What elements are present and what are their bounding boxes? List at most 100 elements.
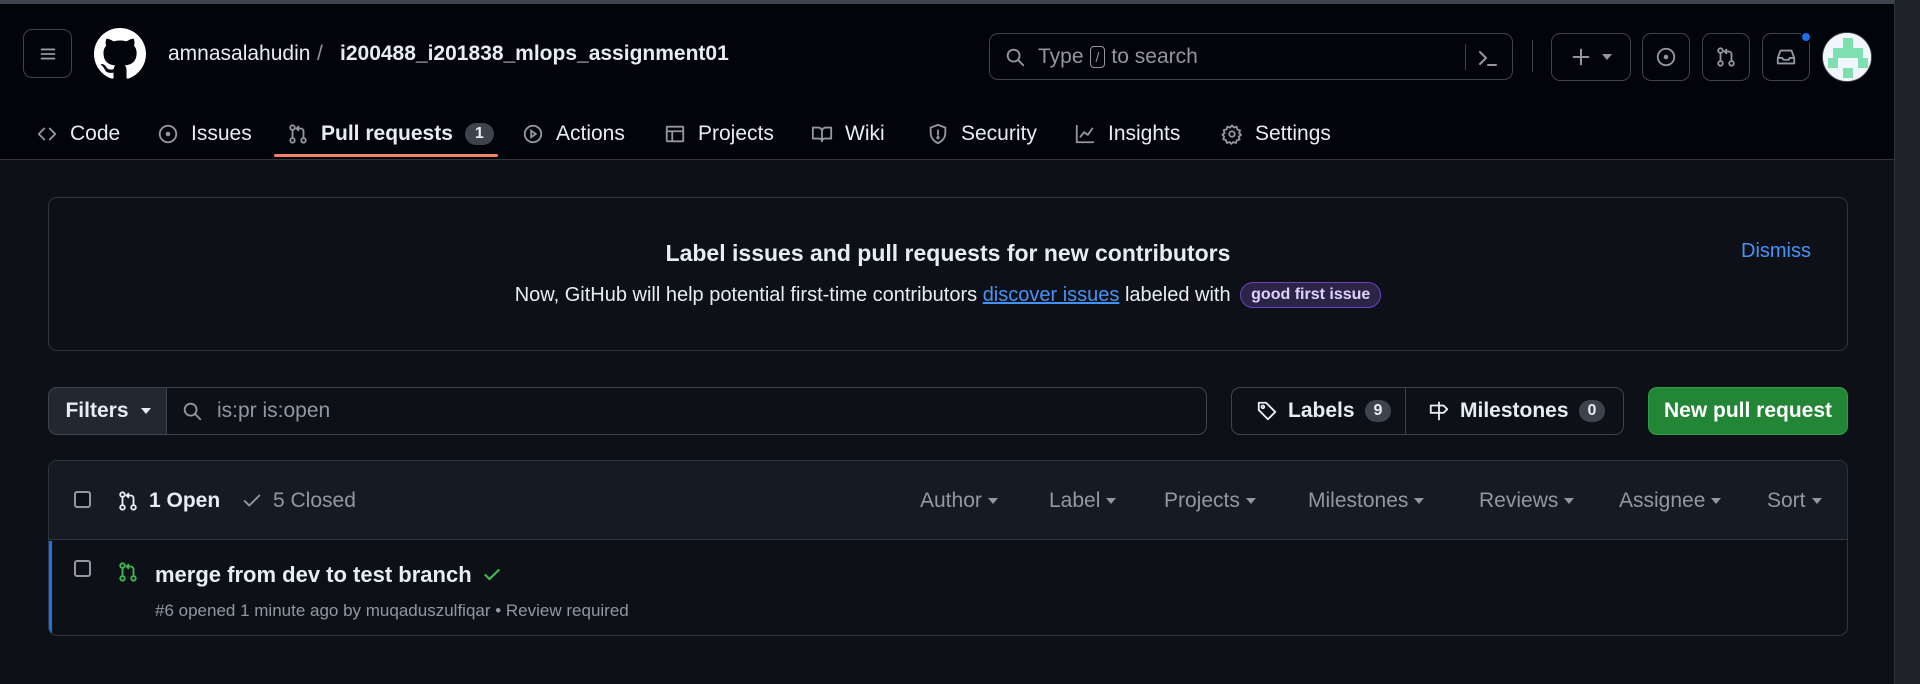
pr-title-link[interactable]: merge from dev to test branch [155, 562, 502, 588]
tab-label: Issues [191, 122, 252, 145]
milestones-filter[interactable]: Milestones [1308, 489, 1425, 513]
chevron-down-icon [987, 498, 998, 504]
milestones-filter-label: Milestones [1308, 489, 1409, 512]
tab-issues[interactable]: Issues [157, 108, 252, 160]
search-placeholder-suffix: to search [1111, 44, 1198, 68]
milestone-icon [1429, 401, 1449, 421]
sort-dropdown[interactable]: Sort [1767, 489, 1822, 513]
projects-filter[interactable]: Projects [1164, 489, 1256, 513]
labels-button[interactable]: Labels 9 [1232, 388, 1406, 434]
tab-label: Projects [698, 122, 774, 145]
list-header: 1 Open 5 Closed Author Label Projects Mi… [49, 461, 1847, 540]
milestones-button[interactable]: Milestones 0 [1406, 388, 1606, 434]
author-filter-label: Author [920, 489, 982, 512]
tab-label: Wiki [845, 122, 885, 145]
assignee-filter-label: Assignee [1619, 489, 1706, 512]
inbox-icon [1776, 49, 1796, 65]
tab-label: Settings [1255, 122, 1331, 145]
tab-label: Code [70, 122, 121, 145]
tab-label: Insights [1108, 122, 1181, 145]
gear-icon [1221, 124, 1242, 145]
banner-text: Now, GitHub will help potential first-ti… [49, 282, 1847, 308]
tab-actions[interactable]: Actions [522, 108, 625, 160]
command-palette-icon[interactable] [1476, 46, 1500, 70]
pull-request-icon [119, 491, 137, 511]
labels-milestones-group: Labels 9 Milestones 0 [1231, 387, 1624, 435]
pr-meta: #6 opened 1 minute ago by muqaduszulfiqa… [155, 601, 629, 620]
pr-title: merge from dev to test branch [155, 562, 472, 587]
repo-name-link[interactable]: i200488_i201838_mlops_assignment01 [340, 42, 729, 66]
reviews-filter[interactable]: Reviews [1479, 489, 1575, 513]
search-shortcut-key: / [1089, 45, 1106, 68]
tag-icon [1257, 401, 1277, 421]
window-scrollbar[interactable] [1894, 0, 1920, 684]
identicon-icon [1823, 33, 1871, 81]
user-avatar[interactable] [1822, 32, 1872, 82]
projects-filter-label: Projects [1164, 489, 1240, 512]
search-placeholder-prefix: Type [1038, 44, 1084, 68]
chevron-down-icon [1414, 498, 1425, 504]
issue-icon [158, 124, 178, 144]
reviews-filter-label: Reviews [1479, 489, 1559, 512]
tab-security[interactable]: Security [927, 108, 1037, 160]
pr-search-query: is:pr is:open [217, 399, 331, 422]
banner-text-after: labeled with [1124, 284, 1231, 306]
active-tab-underline [274, 154, 498, 157]
discover-issues-link[interactable]: discover issues [983, 284, 1120, 306]
open-filter-link[interactable]: 1 Open [117, 489, 220, 513]
pull-request-row[interactable]: merge from dev to test branch #6 opened … [49, 541, 1847, 635]
tab-projects[interactable]: Projects [664, 108, 774, 160]
repo-header: amnasalahudin / i200488_i201838_mlops_as… [0, 4, 1894, 160]
check-icon [243, 494, 261, 507]
chevron-down-icon [1106, 498, 1117, 504]
open-count-label: 1 Open [149, 489, 221, 512]
check-status-icon[interactable] [482, 565, 502, 585]
chevron-down-icon [1811, 498, 1822, 504]
filters-dropdown-button[interactable]: Filters [48, 387, 167, 435]
new-pull-request-button[interactable]: New pull request [1648, 387, 1848, 435]
github-logo-icon[interactable] [94, 28, 146, 80]
closed-count-label: 5 Closed [273, 489, 356, 512]
assignee-filter[interactable]: Assignee [1619, 489, 1722, 513]
create-new-button[interactable] [1551, 33, 1631, 81]
header-divider [1532, 40, 1533, 72]
open-pull-request-icon [119, 562, 137, 582]
chevron-down-icon [1711, 498, 1722, 504]
menu-button[interactable] [23, 29, 72, 78]
milestones-count-badge: 0 [1578, 400, 1606, 422]
path-separator: / [317, 42, 323, 65]
hamburger-icon [40, 48, 55, 59]
global-search-input[interactable]: Type / to search [989, 33, 1513, 80]
pull-request-icon [289, 124, 307, 144]
chevron-down-icon [140, 408, 151, 414]
tab-pull-requests[interactable]: Pull requests 1 [287, 108, 494, 160]
milestones-label: Milestones [1460, 399, 1569, 422]
labels-count-badge: 9 [1364, 400, 1392, 422]
tab-label: Actions [556, 122, 625, 145]
pr-search-input[interactable]: is:pr is:open [166, 387, 1207, 435]
tab-settings[interactable]: Settings [1221, 108, 1331, 160]
labels-label: Labels [1288, 399, 1355, 422]
closed-filter-link[interactable]: 5 Closed [241, 489, 356, 513]
search-divider [1465, 44, 1466, 70]
notification-dot [1800, 31, 1812, 43]
label-filter[interactable]: Label [1049, 489, 1117, 513]
chevron-down-icon [1602, 54, 1612, 60]
repo-owner-link[interactable]: amnasalahudin [168, 42, 310, 66]
tab-label: Security [961, 122, 1037, 145]
good-first-issue-label[interactable]: good first issue [1240, 282, 1382, 308]
issues-button[interactable] [1642, 33, 1690, 81]
dismiss-button[interactable]: Dismiss [1741, 240, 1811, 263]
pull-requests-button[interactable] [1702, 33, 1750, 81]
chevron-down-icon [1564, 498, 1575, 504]
tab-insights[interactable]: Insights [1074, 108, 1180, 160]
repo-nav-tabs: Code Issues Pull requests 1 Actions Proj… [0, 108, 1894, 160]
select-all-checkbox[interactable] [74, 491, 91, 508]
row-checkbox[interactable] [74, 560, 91, 577]
shield-icon [929, 123, 947, 145]
tab-label: Pull requests [321, 122, 453, 145]
tab-wiki[interactable]: Wiki [811, 108, 885, 160]
pull-requests-count-badge: 1 [464, 123, 494, 145]
tab-code[interactable]: Code [36, 108, 120, 160]
author-filter[interactable]: Author [920, 489, 998, 513]
